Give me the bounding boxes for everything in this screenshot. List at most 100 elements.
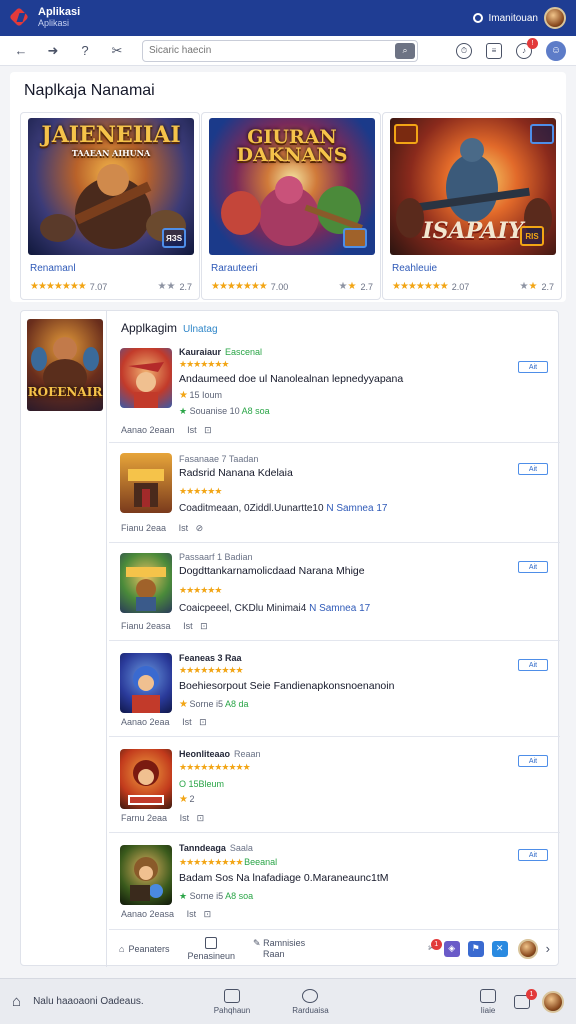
tools-icon[interactable]: ✂ xyxy=(106,40,128,62)
item-meta: Coaicpeeel, CKDlu Minimai4 N Samnea 17 xyxy=(179,603,371,614)
app-list: Applkagim Ulnatag Kauraiaur Eascenal ★★★★★… xyxy=(109,311,560,967)
tab-home[interactable]: ⌂ Peanaters xyxy=(119,944,169,954)
home-icon[interactable]: ⌂ xyxy=(12,993,21,1010)
avatar[interactable] xyxy=(517,938,538,959)
tab-library[interactable]: Penasineun xyxy=(187,936,235,961)
timer-icon[interactable]: ⏱ xyxy=(456,42,472,59)
app-icon xyxy=(120,553,172,613)
item-title[interactable]: Badam Sos Na lnafadiage 0.Maraneaunc1tM xyxy=(179,872,389,884)
game-name[interactable]: Rarauteeri xyxy=(211,263,258,274)
status-icon xyxy=(472,13,483,23)
install-button[interactable]: Ait xyxy=(518,849,548,861)
item-meta: ★ 15 Ioum xyxy=(179,390,223,401)
bottom-tab[interactable]: Rarduaisa xyxy=(292,988,329,1015)
toolbar: ← ➜ ? ✂ ⌕ ⏱ ≡ ♪! ☺ xyxy=(0,36,576,66)
rating-score: 7.07 xyxy=(89,281,108,292)
install-button[interactable]: Ait xyxy=(518,463,548,475)
flag-icon[interactable]: ⚑ xyxy=(467,940,484,957)
featured-card[interactable]: ISAPAIY RIS Reahleuie ★★★★★★★ 2.07 ★★ 2.… xyxy=(382,112,562,300)
bottom-status-text: Nalu haaoaoni Oadeaus. xyxy=(33,996,144,1007)
back-icon[interactable]: ← xyxy=(10,40,32,62)
forward-icon[interactable]: ➜ xyxy=(42,40,64,62)
app-icon xyxy=(120,845,172,905)
notifications-icon[interactable]: ♪! xyxy=(516,37,538,59)
shield-icon[interactable]: ◈ xyxy=(443,940,460,957)
item-meta: O 15Bleum xyxy=(179,779,225,789)
search-box[interactable]: ⌕ xyxy=(142,39,418,62)
app-list-panel: ROEENAIR Applkagim Ulnatag Kauraiaur Easce… xyxy=(20,310,560,967)
game-rating: ★★★★★★★ 7.07 ★★ 2.7 xyxy=(30,281,192,292)
list-item[interactable]: Heonliteaao Reaan ★★★★★★★★★★ O 15Bleum ★ … xyxy=(109,737,560,833)
rating-score-secondary: 2.7 xyxy=(360,281,373,292)
rating-stars: ★★★★★★★ xyxy=(211,281,268,292)
user-name: Imanitouan xyxy=(488,12,538,24)
help-icon[interactable]: ? xyxy=(74,40,96,62)
tab-reviews[interactable]: ✎ Ramnisies Raan xyxy=(253,938,305,959)
install-button[interactable]: Ait xyxy=(518,755,548,767)
game-name[interactable]: Reahleuie xyxy=(392,263,437,274)
bottom-tab[interactable]: Iiaie xyxy=(480,988,496,1015)
item-title[interactable]: Dogdttankarnamolicdaad Narana Mhige xyxy=(179,565,365,577)
list-item[interactable]: Fasanaae 7 Taadan Radsrid Nanana Kdelaia… xyxy=(109,443,560,543)
chevron-right-icon[interactable]: › xyxy=(546,941,550,956)
item-title[interactable]: Radsrid Nanana Kdelaia xyxy=(179,467,293,479)
edit-icon: ✎ xyxy=(253,938,261,948)
sidebar-game-thumbnail[interactable]: ROEENAIR xyxy=(27,319,103,411)
alerts-icon[interactable]: 1 xyxy=(514,988,537,1009)
list-tab-bar: ⌂Peanaters Penasineun ✎ RamnisiesRaan ✂1… xyxy=(109,929,560,967)
item-meta: Coaditmeaan, 0Ziddl.Uunartte10 N Samnea … xyxy=(179,503,388,514)
item-title[interactable]: Boehiesorpout Seie Fandienapkonsnoenanoi… xyxy=(179,680,394,692)
item-category: Fasanaae 7 Taadan xyxy=(179,454,259,464)
app-icon xyxy=(120,348,172,408)
item-footer: Aanao 2eaa Ist ⊡ xyxy=(121,717,207,727)
item-category: Heonliteaao Reaan xyxy=(179,749,261,759)
install-button[interactable]: Ait xyxy=(518,659,548,671)
avatar[interactable] xyxy=(542,990,564,1013)
game-banner-image: GIURAN DAKNANS xyxy=(209,118,375,255)
platform-badge: RIS xyxy=(520,226,544,246)
search-button[interactable]: ⌕ xyxy=(395,42,415,59)
banner-title: GIURAN DAKNANS xyxy=(236,126,348,166)
item-meta: ★ Souanise 10 A8 soa xyxy=(179,406,270,416)
banner-title: JAIENEIIAI xyxy=(41,122,181,148)
list-item[interactable]: Passaarf 1 Badian Dogdttankarnamolicdaad… xyxy=(109,543,560,641)
app-logo-icon[interactable] xyxy=(10,8,30,28)
item-category: Tanndeaga Saala xyxy=(179,843,253,853)
item-title[interactable]: Andaumeed doe ul Nanolealnan lepnedyyapa… xyxy=(179,373,403,385)
search-input[interactable] xyxy=(149,45,389,56)
collapse-icon xyxy=(223,988,240,1003)
item-meta: ★ Sorne i5 A8 soa xyxy=(179,891,254,901)
list-item[interactable]: Feaneas 3 Raa ★★★★★★★★★ Boehiesorpout Se… xyxy=(109,641,560,737)
bottom-tab[interactable]: Pahqhaun xyxy=(214,988,250,1015)
user-avatar[interactable] xyxy=(544,7,566,29)
star-icon: ★★ xyxy=(157,281,176,292)
list-tag[interactable]: Ulnatag xyxy=(183,324,217,335)
document-icon[interactable]: ≡ xyxy=(486,42,502,59)
item-stars: ★★★★★★★★★ Beeanal xyxy=(179,857,278,867)
item-stars: ★★★★★★ xyxy=(179,585,222,595)
item-footer: Aanao 2eaan Ist ⊡ xyxy=(121,425,212,435)
item-stars: ★★★★★★★ xyxy=(179,359,229,369)
list-item[interactable]: Kauraiaur Eascenal ★★★★★★★ Andaumeed doe … xyxy=(109,341,560,443)
item-category: Passaarf 1 Badian xyxy=(179,552,253,562)
app-header: Aplikasi Aplikasi Imanitouan xyxy=(0,0,576,36)
install-button[interactable]: Ait xyxy=(518,561,548,573)
item-footer: Fianu 2easa Ist ⊡ xyxy=(121,621,208,631)
profile-icon[interactable]: ☺ xyxy=(546,40,566,61)
install-button[interactable]: Ait xyxy=(518,361,548,373)
featured-card[interactable]: JAIENEIIAI TAAEAN AIHUNA ЯЗS Renamanl ★★… xyxy=(20,112,200,300)
platform-badge: ЯЗS xyxy=(162,228,186,248)
tools-icon[interactable]: ✂1 xyxy=(428,939,442,954)
featured-card[interactable]: GIURAN DAKNANS Rarauteeri ★★★★★★★ 7.00 ★… xyxy=(201,112,381,300)
share-icon[interactable]: ✕ xyxy=(491,940,508,957)
user-menu[interactable]: Imanitouan xyxy=(472,7,566,29)
app-icon xyxy=(120,749,172,809)
app-brand: Aplikasi Aplikasi xyxy=(38,7,80,29)
age-badge xyxy=(394,124,418,144)
list-item[interactable]: Tanndeaga Saala ★★★★★★★★★ Beeanal Badam S… xyxy=(109,833,560,929)
game-rating: ★★★★★★★ 2.07 ★★ 2.7 xyxy=(392,281,554,292)
game-name[interactable]: Renamanl xyxy=(30,263,76,274)
star-icon: ★★ xyxy=(338,281,357,292)
item-footer: Farnu 2eaa Ist ⊡ xyxy=(121,813,205,823)
featured-section: Naplkaja Nanamai JAIENEIIAI TAAEAN AIHUN… xyxy=(10,72,566,302)
